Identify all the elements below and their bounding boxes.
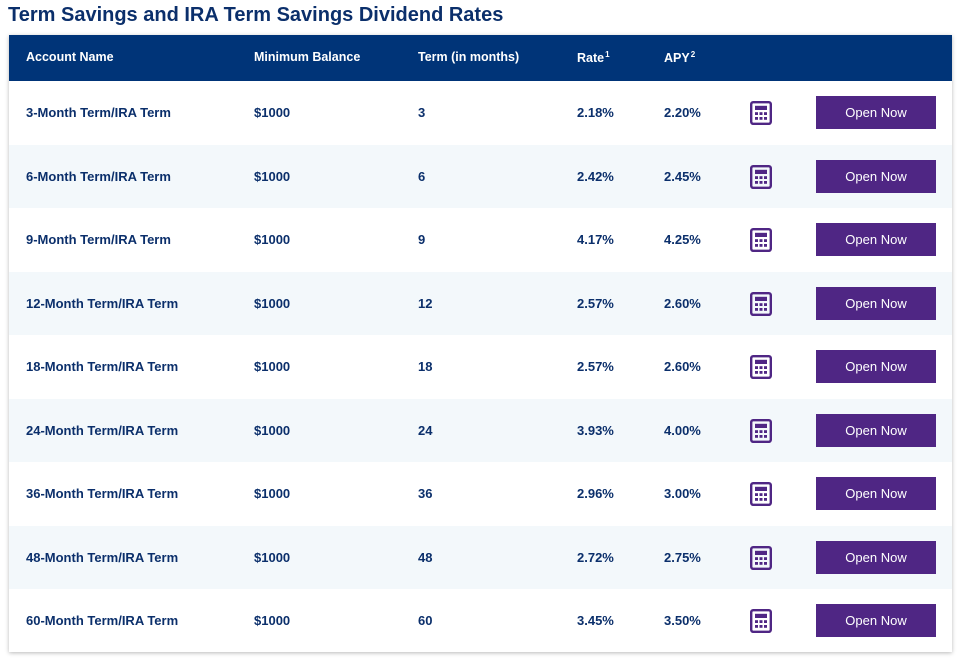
account-name-cell: 18-Month Term/IRA Term [26, 359, 179, 374]
minimum-balance-cell: $1000 [254, 486, 291, 501]
calculator-icon-glyph [750, 609, 773, 634]
minimum-balance-cell: $1000 [254, 422, 291, 438]
calculator-icon-glyph [750, 418, 773, 443]
account-name-cell: 6-Month Term/IRA Term [26, 168, 171, 184]
calculator-icon-glyph [750, 291, 773, 316]
minimum-balance-cell: $1000 [254, 549, 291, 565]
apy-cell: 2.60% [664, 359, 701, 374]
apy-cell: 4.25% [664, 232, 701, 247]
header-apy: APY2 [664, 50, 695, 65]
calculator-icon-glyph [750, 164, 773, 189]
header-minimum-balance: Minimum Balance [254, 50, 361, 64]
open-now-button[interactable]: Open Now [816, 350, 936, 383]
table-row: 12-Month Term/IRA Term $1000 12 2.57% 2.… [9, 271, 952, 335]
rate-cell: 2.72% [577, 549, 614, 565]
apy-footnote-link[interactable]: 2 [691, 50, 695, 59]
calculator-icon-glyph [750, 228, 773, 253]
term-cell: 18 [418, 359, 433, 374]
rate-cell: 3.93% [577, 422, 614, 438]
header-rate: Rate1 [577, 50, 610, 65]
term-cell: 12 [418, 295, 433, 311]
term-cell: 36 [418, 486, 433, 501]
open-now-button[interactable]: Open Now [816, 223, 936, 256]
calculator-icon-glyph [750, 101, 773, 126]
header-term: Term (in months) [418, 50, 520, 64]
rates-table: Account Name Minimum Balance Term (in mo… [9, 35, 952, 652]
apy-cell: 2.45% [664, 168, 701, 184]
rate-cell: 2.18% [577, 105, 614, 120]
table-row: 6-Month Term/IRA Term $1000 6 2.42% 2.45… [9, 144, 952, 208]
open-now-button[interactable]: Open Now [816, 604, 936, 637]
minimum-balance-cell: $1000 [254, 359, 291, 374]
calculator-icon[interactable] [750, 545, 773, 570]
account-name-cell: 60-Month Term/IRA Term [26, 613, 179, 628]
table-row: 24-Month Term/IRA Term $1000 24 3.93% 4.… [9, 398, 952, 462]
account-name-cell: 9-Month Term/IRA Term [26, 232, 171, 247]
account-name-cell: 3-Month Term/IRA Term [26, 105, 171, 120]
apy-cell: 4.00% [664, 422, 701, 438]
table-row: 18-Month Term/IRA Term $1000 18 2.57% 2.… [9, 335, 952, 399]
rate-cell: 2.57% [577, 295, 614, 311]
account-name-cell: 12-Month Term/IRA Term [26, 295, 179, 311]
account-name-cell: 24-Month Term/IRA Term [26, 422, 179, 438]
minimum-balance-cell: $1000 [254, 105, 291, 120]
calculator-icon-glyph [750, 355, 773, 380]
term-cell: 3 [418, 105, 426, 120]
rate-cell: 2.42% [577, 168, 614, 184]
rate-cell: 2.96% [577, 486, 614, 501]
table-row: 48-Month Term/IRA Term $1000 48 2.72% 2.… [9, 525, 952, 589]
term-cell: 48 [418, 549, 433, 565]
term-cell: 60 [418, 613, 433, 628]
minimum-balance-cell: $1000 [254, 232, 291, 247]
rate-cell: 3.45% [577, 613, 614, 628]
calculator-icon[interactable] [750, 291, 773, 316]
calculator-icon[interactable] [750, 355, 773, 380]
minimum-balance-cell: $1000 [254, 613, 291, 628]
minimum-balance-cell: $1000 [254, 168, 291, 184]
header-account-name: Account Name [26, 50, 114, 64]
term-cell: 24 [418, 422, 433, 438]
calculator-icon[interactable] [750, 418, 773, 443]
calculator-icon[interactable] [750, 101, 773, 126]
table-body: 3-Month Term/IRA Term $1000 3 2.18% 2.20… [9, 81, 952, 653]
open-now-button[interactable]: Open Now [816, 413, 936, 447]
apy-cell: 2.60% [664, 295, 701, 311]
term-cell: 6 [418, 168, 426, 184]
table-row: 60-Month Term/IRA Term $1000 60 3.45% 3.… [9, 589, 952, 653]
rate-footnote-link[interactable]: 1 [605, 50, 609, 59]
rate-cell: 4.17% [577, 232, 614, 247]
account-name-cell: 36-Month Term/IRA Term [26, 486, 179, 501]
open-now-button[interactable]: Open Now [816, 159, 936, 193]
page-title: Term Savings and IRA Term Savings Divide… [8, 4, 504, 26]
calculator-icon[interactable] [750, 482, 773, 507]
calculator-icon[interactable] [750, 228, 773, 253]
header-rate-label: Rate [577, 51, 605, 66]
calculator-icon-glyph [750, 482, 773, 507]
open-now-button[interactable]: Open Now [816, 540, 936, 574]
header-apy-label: APY [664, 51, 690, 66]
apy-cell: 3.00% [664, 486, 701, 501]
table-row: 36-Month Term/IRA Term $1000 36 2.96% 3.… [9, 462, 952, 526]
apy-cell: 2.20% [664, 105, 701, 120]
table-header: Account Name Minimum Balance Term (in mo… [9, 35, 952, 81]
minimum-balance-cell: $1000 [254, 295, 291, 311]
rate-cell: 2.57% [577, 359, 614, 374]
term-cell: 9 [418, 232, 426, 247]
apy-cell: 2.75% [664, 549, 701, 565]
calculator-icon-glyph [750, 545, 773, 570]
apy-cell: 3.50% [664, 613, 701, 628]
open-now-button[interactable]: Open Now [816, 286, 936, 320]
open-now-button[interactable]: Open Now [816, 96, 936, 129]
open-now-button[interactable]: Open Now [816, 477, 936, 510]
calculator-icon[interactable] [750, 164, 773, 189]
calculator-icon[interactable] [750, 609, 773, 634]
account-name-cell: 48-Month Term/IRA Term [26, 549, 179, 565]
table-row: 3-Month Term/IRA Term $1000 3 2.18% 2.20… [9, 81, 952, 145]
table-row: 9-Month Term/IRA Term $1000 9 4.17% 4.25… [9, 208, 952, 272]
